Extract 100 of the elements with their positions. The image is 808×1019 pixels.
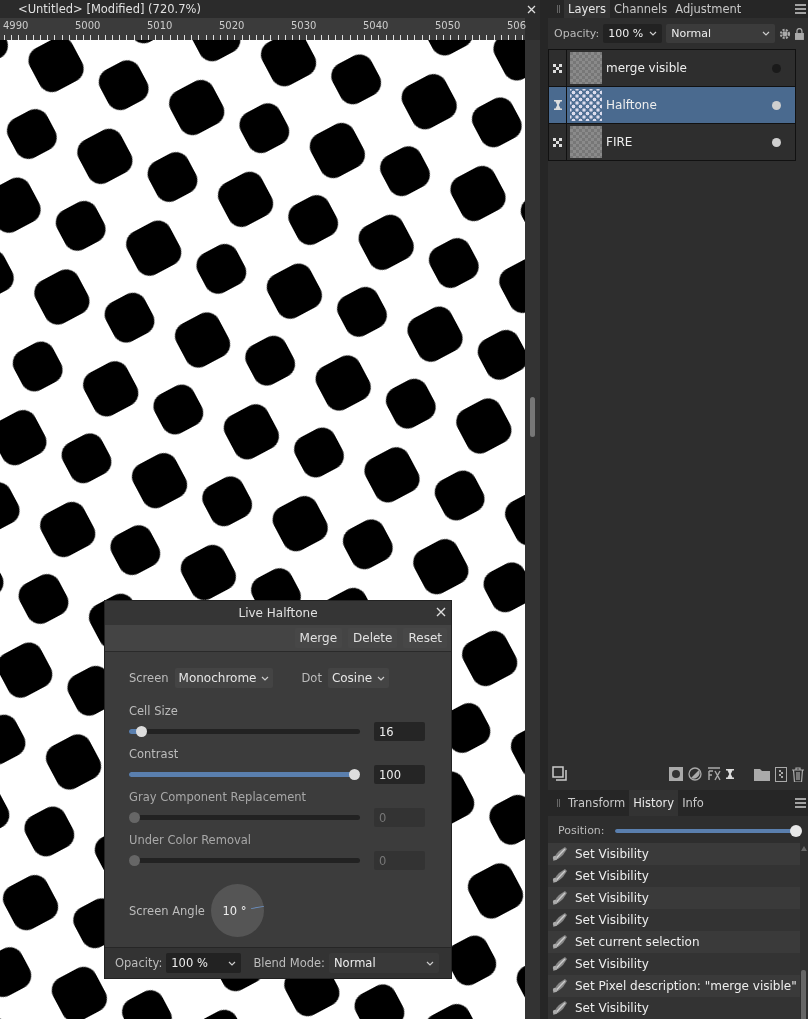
vertical-scrollbar[interactable] — [800, 843, 808, 1019]
slider-thumb[interactable] — [790, 824, 802, 837]
slider-label: Contrast — [129, 747, 180, 761]
layer-name: Halftone — [606, 98, 658, 112]
slider-label: Cell Size — [129, 704, 179, 718]
layer-thumbnail — [570, 89, 602, 121]
history-entry[interactable]: Set Visibility — [548, 997, 800, 1019]
brush-icon — [551, 977, 569, 995]
opacity-label: Opacity: — [115, 956, 163, 970]
mask-icon[interactable] — [669, 767, 683, 781]
opacity-label: Opacity: — [554, 27, 600, 40]
caret-icon — [649, 31, 658, 36]
history-entry-label: Set Visibility — [575, 1001, 649, 1015]
lock-icon[interactable] — [795, 27, 804, 40]
vertical-scrollbar[interactable] — [525, 40, 540, 1019]
history-entry[interactable]: Set Visibility — [548, 909, 800, 931]
slider-thumb[interactable] — [349, 769, 360, 780]
close-icon[interactable] — [436, 607, 446, 617]
visibility-toggle[interactable] — [772, 137, 781, 147]
ruler-label: 5040 — [363, 20, 389, 33]
position-label: Position: — [558, 824, 605, 837]
history-entry[interactable]: Set Visibility — [548, 887, 800, 909]
layers-icon[interactable] — [552, 766, 568, 782]
adjustment-icon[interactable] — [688, 767, 702, 781]
layer-row[interactable]: Halftone — [549, 87, 795, 124]
checker-icon — [553, 137, 562, 147]
slider-thumb[interactable] — [135, 726, 147, 737]
number-field[interactable]: 16 — [374, 722, 425, 741]
fx-icon[interactable] — [707, 767, 721, 781]
visibility-toggle[interactable] — [772, 100, 781, 110]
menu-icon[interactable] — [795, 798, 806, 808]
ruler-label: 5030 — [291, 20, 317, 33]
panel-tab[interactable]: Channels — [610, 0, 672, 18]
history-entry-label: Set current selection — [575, 935, 700, 949]
caret-icon — [762, 31, 771, 36]
screen-label: Screen — [129, 671, 169, 685]
history-entry-label: Set Visibility — [575, 847, 649, 861]
brush-icon — [551, 845, 569, 863]
menu-icon[interactable] — [795, 4, 806, 14]
folder-icon[interactable] — [754, 767, 770, 781]
ruler-label: 5010 — [147, 20, 173, 33]
brush-icon — [551, 889, 569, 907]
brush-icon — [551, 999, 569, 1017]
number-field[interactable]: 100 — [374, 765, 425, 784]
ruler-label: 4990 — [3, 20, 29, 33]
layer-row[interactable]: merge visible — [549, 50, 795, 87]
history-entry[interactable]: Set Visibility — [548, 843, 800, 865]
dot-dropdown[interactable]: Cosine — [327, 668, 390, 688]
settings-icon[interactable] — [779, 27, 792, 40]
blend-mode-dropdown[interactable]: Normal — [329, 953, 439, 973]
dialog-title: Live Halftone — [238, 606, 318, 620]
ruler-label: 5020 — [219, 20, 245, 33]
ruler-label: 5000 — [75, 20, 101, 33]
layer-thumbnail — [570, 52, 602, 84]
blend-mode-dropdown[interactable]: Normal — [666, 24, 776, 43]
history-entry[interactable]: Set current selection — [548, 931, 800, 953]
caret-icon — [261, 675, 270, 681]
history-entry-label: Set Visibility — [575, 913, 649, 927]
brush-icon — [551, 867, 569, 885]
close-icon[interactable] — [527, 4, 536, 14]
opacity-dropdown[interactable]: 100 % — [166, 953, 242, 973]
pixel-layer-icon[interactable] — [775, 766, 787, 782]
blend-mode-label: Blend Mode: — [253, 956, 325, 970]
brush-icon — [551, 955, 569, 973]
screen-dropdown[interactable]: Monochrome — [174, 668, 274, 688]
slider-label: Under Color Removal — [129, 833, 252, 847]
panel-tab[interactable]: Adjustment — [671, 0, 746, 18]
caret-icon — [228, 960, 237, 966]
layer-name: FIRE — [606, 135, 634, 149]
ruler-label: 5050 — [435, 20, 461, 33]
history-entry[interactable]: Set Visibility — [548, 865, 800, 887]
history-entry[interactable]: Set Pixel description: "merge visible" — [548, 975, 800, 997]
slider-track[interactable] — [129, 769, 360, 780]
slider-track[interactable] — [129, 812, 360, 823]
panel-tab[interactable]: Transform — [564, 790, 630, 816]
caret-icon — [377, 675, 386, 681]
slider-label: Gray Component Replacement — [129, 790, 308, 804]
trash-icon[interactable] — [792, 766, 804, 782]
panel-tab[interactable]: Layers — [564, 0, 611, 18]
brush-icon — [551, 933, 569, 951]
slider-track[interactable] — [129, 855, 360, 866]
panel-tab[interactable]: Info — [678, 790, 708, 816]
history-entry-label: Set Visibility — [575, 891, 649, 905]
panel-tab[interactable]: History — [629, 790, 679, 816]
slider-track[interactable] — [129, 726, 360, 737]
ruler-label: 506 — [507, 20, 527, 33]
angle-dial[interactable]: 10 ° — [210, 884, 264, 937]
history-entry-label: Set Visibility — [575, 957, 649, 971]
caret-icon — [426, 960, 434, 966]
layer-thumbnail — [570, 126, 602, 158]
opacity-dropdown[interactable]: 100 % — [603, 24, 663, 43]
history-entry-label: Set Pixel description: "merge visible" — [575, 979, 797, 993]
dot-label: Dot — [301, 671, 322, 685]
hourglass-icon — [553, 100, 562, 110]
screen-angle-label: Screen Angle — [129, 903, 205, 918]
hourglass-icon[interactable] — [726, 769, 734, 779]
document-tab[interactable]: <Untitled> [Modified] (720.7%) — [8, 2, 211, 16]
history-entry[interactable]: Set Visibility — [548, 953, 800, 975]
brush-icon — [551, 911, 569, 929]
history-entry-label: Set Visibility — [575, 869, 649, 883]
